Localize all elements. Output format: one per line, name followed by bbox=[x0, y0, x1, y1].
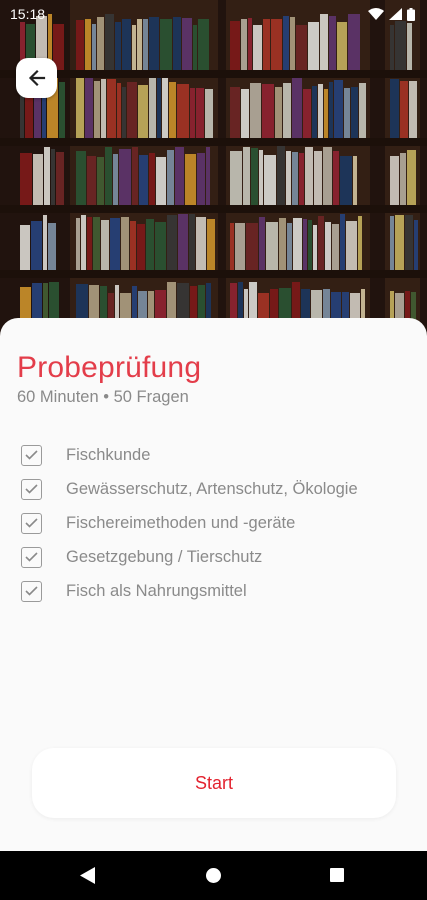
back-button[interactable] bbox=[16, 58, 57, 98]
topic-item[interactable]: Gewässerschutz, Artenschutz, Ökologie bbox=[21, 472, 358, 506]
topic-list: Fischkunde Gewässerschutz, Artenschutz, Ö… bbox=[21, 438, 358, 608]
topic-label: Gesetzgebung / Tierschutz bbox=[66, 547, 263, 566]
topic-checkbox[interactable] bbox=[21, 580, 42, 602]
topic-item[interactable]: Fisch als Nahrungsmittel bbox=[21, 574, 358, 608]
topic-checkbox[interactable] bbox=[21, 478, 42, 500]
status-icons bbox=[368, 7, 415, 21]
exam-subtitle: 60 Minuten • 50 Fragen bbox=[17, 388, 189, 406]
topic-checkbox[interactable] bbox=[21, 444, 42, 466]
topic-label: Fischereimethoden und -geräte bbox=[66, 513, 296, 532]
recents-square-icon[interactable] bbox=[330, 868, 344, 882]
page-title: Probeprüfung bbox=[17, 351, 202, 384]
start-button[interactable]: Start bbox=[32, 748, 396, 818]
topic-item[interactable]: Gesetzgebung / Tierschutz bbox=[21, 540, 358, 574]
wifi-icon bbox=[368, 8, 384, 20]
topic-checkbox[interactable] bbox=[21, 546, 42, 568]
topic-label: Fischkunde bbox=[66, 445, 151, 464]
hero-bookshelf-image bbox=[0, 0, 427, 345]
check-icon bbox=[25, 518, 38, 528]
back-triangle-icon[interactable] bbox=[80, 867, 96, 884]
status-bar: 15:18 bbox=[0, 0, 427, 28]
topic-label: Fisch als Nahrungsmittel bbox=[66, 581, 247, 600]
topic-label: Gewässerschutz, Artenschutz, Ökologie bbox=[66, 479, 358, 498]
status-time: 15:18 bbox=[10, 6, 46, 22]
exam-sheet: Probeprüfung 60 Minuten • 50 Fragen Fisc… bbox=[0, 318, 427, 851]
battery-icon bbox=[407, 7, 415, 21]
navigation-bar bbox=[0, 851, 427, 900]
topic-item[interactable]: Fischkunde bbox=[21, 438, 358, 472]
topic-item[interactable]: Fischereimethoden und -geräte bbox=[21, 506, 358, 540]
check-icon bbox=[25, 586, 38, 596]
home-circle-icon[interactable] bbox=[206, 868, 221, 883]
check-icon bbox=[25, 552, 38, 562]
check-icon bbox=[25, 484, 38, 494]
check-icon bbox=[25, 450, 38, 460]
topic-checkbox[interactable] bbox=[21, 512, 42, 534]
arrow-left-icon bbox=[28, 69, 45, 87]
signal-icon bbox=[389, 8, 402, 20]
